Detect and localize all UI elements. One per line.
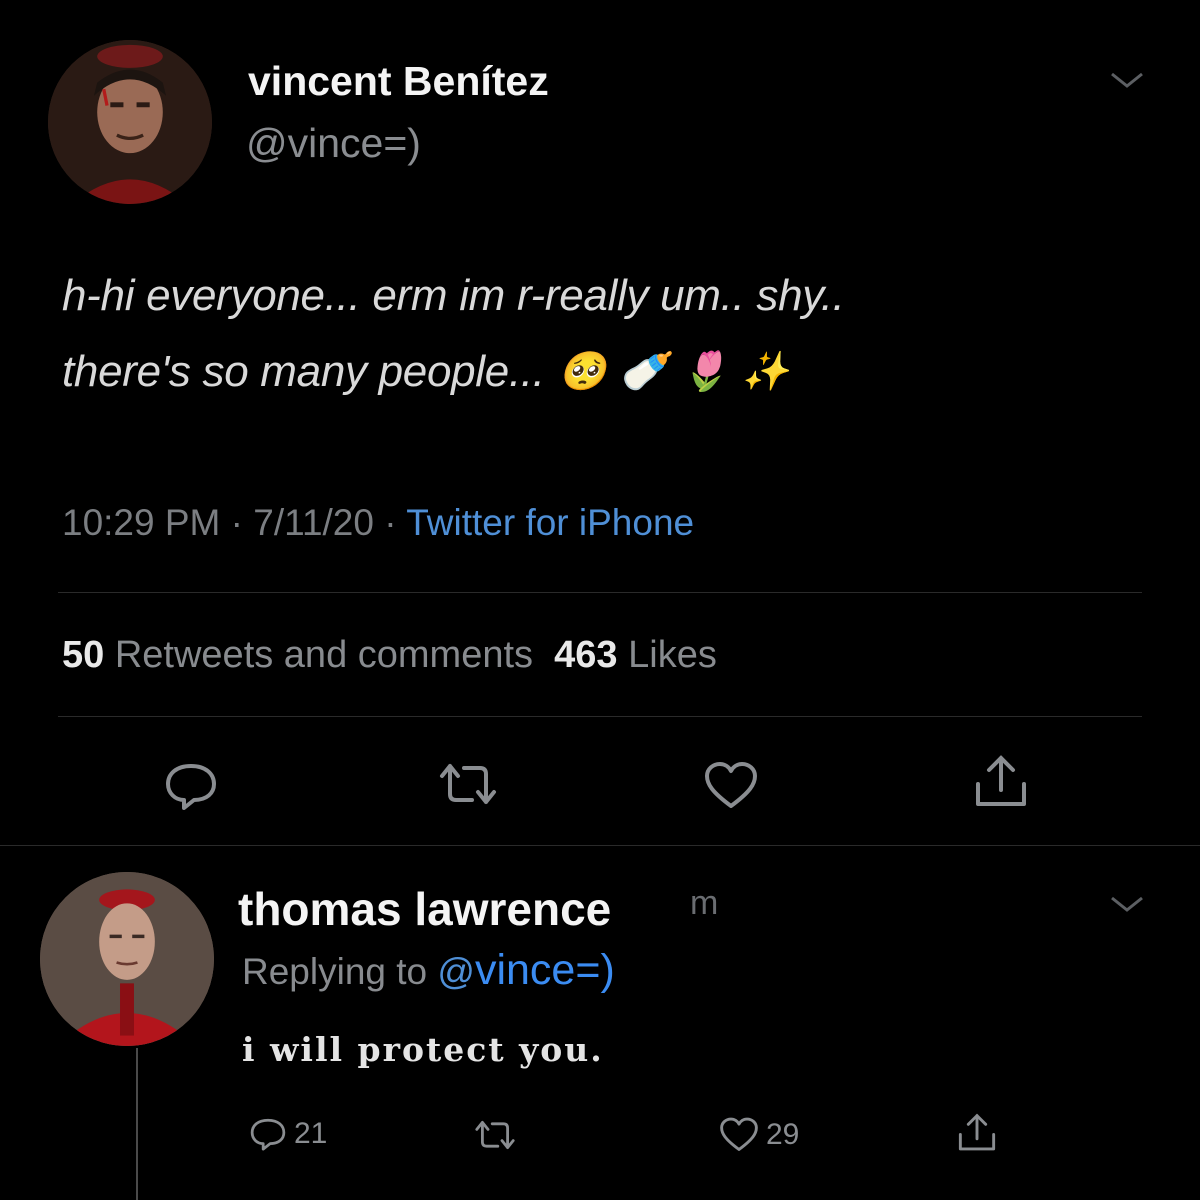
reply-trailing-fragment: m xyxy=(690,884,719,922)
replying-to-handle[interactable]: vince=) xyxy=(475,946,615,994)
like-icon[interactable]: 29 xyxy=(718,1116,799,1154)
tweet-author-handle[interactable]: @vince=) xyxy=(246,120,421,167)
retweets-count[interactable]: 50 xyxy=(62,634,104,676)
share-icon[interactable] xyxy=(972,754,1030,810)
baby-bottle-emoji: 🍼 xyxy=(619,351,667,393)
like-count: 29 xyxy=(766,1118,800,1151)
tweet-text-line-1: h-hi everyone... erm im r-really um.. sh… xyxy=(62,271,845,320)
reply-text: i will protect you. xyxy=(242,1030,604,1069)
meta-separator: · xyxy=(230,502,243,543)
tweet-stats: 50 Retweets and comments 463 Likes xyxy=(62,634,717,677)
tweet-text: h-hi everyone... erm im r-really um.. sh… xyxy=(62,258,1162,410)
share-icon[interactable] xyxy=(956,1112,998,1154)
tweet-meta: 10:29 PM · 7/11/20 · Twitter for iPhone xyxy=(62,502,694,544)
reply-count: 21 xyxy=(294,1117,328,1150)
meta-separator: · xyxy=(384,502,397,543)
like-icon[interactable] xyxy=(702,760,760,812)
replying-to-at[interactable]: @ xyxy=(437,951,475,992)
tweet-author-name[interactable]: vincent Benítez xyxy=(248,58,549,105)
avatar-thomas[interactable] xyxy=(40,872,214,1046)
divider xyxy=(58,716,1142,717)
replying-to: Replying to @vince=) xyxy=(242,946,615,995)
tweet-text-line-2: there's so many people... 🥺 🍼 🌷 ✨ xyxy=(62,334,1162,410)
avatar-vincent[interactable] xyxy=(48,40,212,204)
reply-icon[interactable]: 21 xyxy=(248,1116,327,1152)
retweet-icon[interactable] xyxy=(474,1118,516,1152)
sparkles-emoji: ✨ xyxy=(741,351,789,393)
replying-to-label: Replying to xyxy=(242,951,428,992)
reply-icon[interactable] xyxy=(162,760,220,812)
likes-count[interactable]: 463 xyxy=(554,634,617,676)
chevron-down-icon[interactable] xyxy=(1108,886,1146,925)
tweet-date: 7/11/20 xyxy=(253,502,374,543)
tweet-text-line-2-text: there's so many people... xyxy=(62,347,545,396)
likes-label[interactable]: Likes xyxy=(628,634,717,676)
divider xyxy=(0,845,1200,846)
retweet-icon[interactable] xyxy=(438,760,498,808)
tweet-time: 10:29 PM xyxy=(62,502,221,543)
pleading-face-emoji: 🥺 xyxy=(558,351,606,393)
thread-line xyxy=(136,1048,138,1200)
chevron-down-icon[interactable] xyxy=(1108,62,1146,101)
reply-author-name[interactable]: thomas lawrence xyxy=(238,882,611,936)
tulip-emoji: 🌷 xyxy=(680,351,728,393)
divider xyxy=(58,592,1142,593)
tweet-source-link[interactable]: Twitter for iPhone xyxy=(406,502,694,543)
retweets-label[interactable]: Retweets and comments xyxy=(115,634,533,676)
